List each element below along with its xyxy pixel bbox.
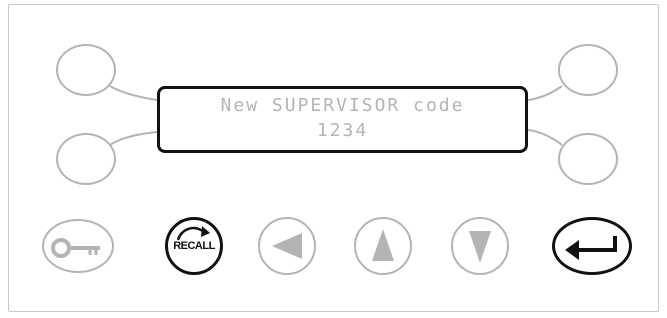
left-arrow-icon	[272, 233, 302, 259]
down-arrow-icon	[469, 231, 491, 263]
softkey-top-left[interactable]	[56, 44, 116, 96]
recall-button[interactable]: RECALL	[165, 217, 223, 275]
enter-return-icon	[565, 236, 617, 260]
recall-label: RECALL	[173, 240, 215, 252]
lcd-line-2: 1234	[316, 120, 369, 141]
left-arrow-button[interactable]	[258, 217, 316, 275]
softkey-top-right[interactable]	[558, 44, 618, 96]
down-arrow-button[interactable]	[451, 217, 509, 275]
key-icon	[51, 238, 100, 258]
lcd-display: New SUPERVISOR code 1234	[157, 86, 528, 153]
up-arrow-button[interactable]	[354, 217, 412, 275]
softkey-bottom-left[interactable]	[56, 133, 116, 185]
enter-button[interactable]	[552, 217, 632, 275]
softkey-bottom-right[interactable]	[558, 133, 618, 185]
key-button[interactable]	[42, 219, 114, 273]
up-arrow-icon	[372, 229, 394, 261]
lcd-line-1: New SUPERVISOR code	[220, 95, 465, 116]
